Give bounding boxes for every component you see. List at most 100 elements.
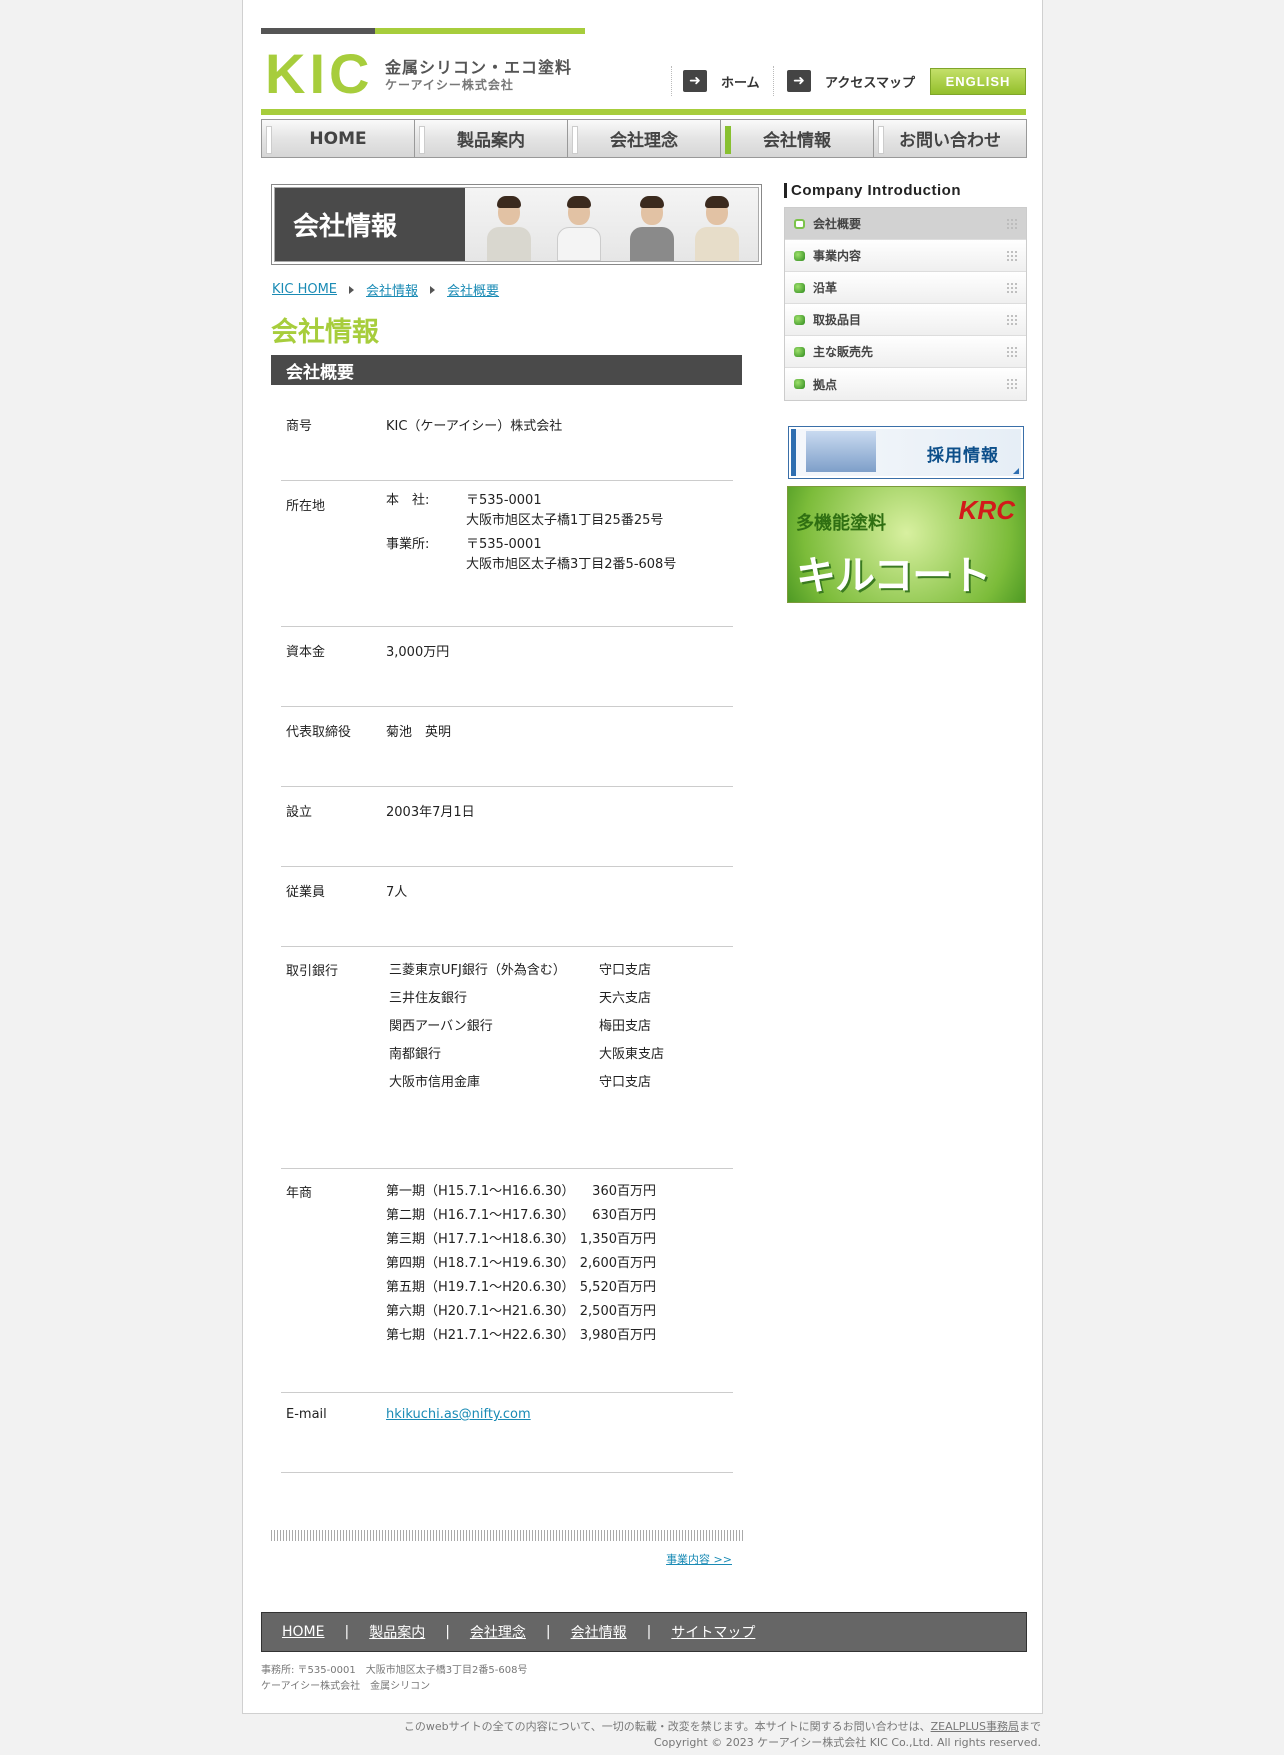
bullet-icon [794,219,805,229]
footer-company-line: ケーアイシー株式会社 金属シリコン [261,1681,431,1692]
sidebar-item-overview[interactable]: 会社概要 [785,208,1026,240]
sidebar-heading-label: Company Introduction [791,182,961,199]
recruit-banner[interactable]: 採用情報 [788,426,1024,479]
notice-text: このwebサイトの全ての内容について、一切の転載・改変を禁じます。本サイトに関す… [403,1720,931,1733]
bank-name: 関西アーバン銀行 [389,1019,493,1034]
footer-separator: | [445,1624,450,1640]
sidebar-item-label: 会社概要 [813,217,862,231]
copyright-text: Copyright © 2023 ケーアイシー株式会社 KIC Co.,Ltd.… [653,1736,1041,1749]
staff-figure [695,196,739,261]
info-row-capital: 資本金 3,000万円 [281,627,733,707]
kilcoat-subtitle: 多機能塗料 [796,513,886,534]
home-link-label: ホーム [721,75,760,91]
revenue-amount: 3,980百万円 [579,1328,656,1343]
info-value: 本 社: 〒535-0001 大阪市旭区太子橋1丁目25番25号 事業所: 〒5… [386,491,726,575]
bank-name: 南都銀行 [389,1047,442,1062]
info-label: 所在地 [286,499,326,514]
home-link[interactable]: ➜ ホーム [683,70,760,92]
breadcrumb: KIC HOME 会社情報 会社概要 [272,280,499,299]
nav-tab-contact[interactable]: お問い合わせ [874,120,1026,157]
info-label: 代表取締役 [286,725,352,740]
revenue-period: 第六期（H20.7.1〜H21.6.30） [386,1304,575,1319]
next-page-link[interactable]: 事業内容 >> [666,1551,732,1567]
bank-branch: 梅田支店 [599,1019,652,1034]
recruit-label: 採用情報 [927,446,999,466]
sidebar-item-label: 沿革 [813,281,838,295]
staff-figure [557,196,601,261]
revenue-period: 第二期（H16.7.1〜H17.6.30） [386,1208,575,1223]
breadcrumb-home[interactable]: KIC HOME [272,282,337,297]
footer-address-line: 事務所: 〒535-0001 大阪市旭区太子橋3丁目2番5-608号 [261,1665,528,1676]
info-row-location: 所在地 本 社: 〒535-0001 大阪市旭区太子橋1丁目25番25号 事業所… [281,481,733,627]
revenue-amount: 630百万円 [592,1208,656,1223]
info-label: 取引銀行 [286,964,339,979]
bank-name: 三井住友銀行 [389,991,468,1006]
footer-link-company[interactable]: 会社情報 [571,1622,627,1642]
info-value: 3,000万円 [386,645,450,660]
nav-tab-company[interactable]: 会社情報 [721,120,874,157]
site-logo[interactable]: KIC [265,44,373,104]
sidebar-item-history[interactable]: 沿革 [785,272,1026,304]
sidebar-item-clients[interactable]: 主な販売先 [785,336,1026,368]
sidebar-item-business[interactable]: 事業内容 [785,240,1026,272]
location-kind: 事業所: [386,537,430,552]
bank-name: 大阪市信用金庫 [389,1075,481,1090]
nav-tab-philosophy[interactable]: 会社理念 [568,120,721,157]
location-address: 大阪市旭区太子橋3丁目2番5-608号 [466,557,677,572]
footer-separator: | [344,1624,350,1640]
email-link[interactable]: hkikuchi.as@nifty.com [386,1407,531,1422]
footer-link-home[interactable]: HOME [282,1624,324,1640]
banner-staff-photo [465,188,758,261]
company-name-sub: ケーアイシー株式会社 [385,78,514,92]
footer-link-sitemap[interactable]: サイトマップ [671,1622,755,1642]
revenue-amount: 1,350百万円 [579,1232,656,1247]
section-title: 会社概要 [271,355,742,385]
location-zip: 〒535-0001 [466,493,542,508]
krc-logo: KRC [958,495,1015,525]
nav-tab-products[interactable]: 製品案内 [415,120,568,157]
kilcoat-banner[interactable]: KRC 多機能塗料 キルコート [787,486,1026,603]
info-row-trade-name: 商号 KIC（ケーアイシー）株式会社 [281,385,733,481]
access-map-link[interactable]: ➜ アクセスマップ [787,70,915,92]
location-zip: 〒535-0001 [466,537,542,552]
grip-icon [1006,346,1018,358]
sidebar-item-products[interactable]: 取扱品目 [785,304,1026,336]
sidebar-item-label: 取扱品目 [813,313,862,327]
bank-branch: 守口支店 [599,1075,652,1090]
english-button[interactable]: ENGLISH [930,68,1026,95]
footer-link-products[interactable]: 製品案内 [369,1622,425,1642]
info-row-email: E-mail hkikuchi.as@nifty.com [281,1393,733,1473]
sidebar-heading: Company Introduction [784,182,961,199]
heading-mark-icon [784,183,787,198]
arrow-right-icon: ➜ [787,70,811,92]
header-accent-green [375,28,585,34]
sidebar-item-label: 主な販売先 [813,345,874,359]
info-value: hkikuchi.as@nifty.com [386,1407,531,1422]
grip-icon [1006,282,1018,294]
banner-title: 会社情報 [275,188,465,261]
nav-tab-home[interactable]: HOME [262,120,415,157]
info-row-banks: 取引銀行 三菱東京UFJ銀行（外為含む） 守口支店 三井住友銀行 天六支店 関西… [281,947,733,1169]
breadcrumb-company[interactable]: 会社情報 [366,280,418,299]
notice-contact-link[interactable]: ZEALPLUS事務局 [931,1720,1019,1733]
arrow-right-icon: ➜ [683,70,707,92]
info-row-established: 設立 2003年7月1日 [281,787,733,867]
content-end-divider [271,1530,743,1541]
main-nav: HOME 製品案内 会社理念 会社情報 お問い合わせ [261,119,1027,158]
sidebar-item-locations[interactable]: 拠点 [785,368,1026,400]
info-row-revenue: 年商 第一期（H15.7.1〜H16.6.30） 360百万円 第二期（H16.… [281,1169,733,1393]
info-value: 三菱東京UFJ銀行（外為含む） 守口支店 三井住友銀行 天六支店 関西アーバン銀… [386,961,719,1093]
footer-link-philosophy[interactable]: 会社理念 [470,1622,526,1642]
footer-nav: HOME | 製品案内 | 会社理念 | 会社情報 | サイトマップ [261,1612,1027,1652]
bullet-icon [794,251,805,261]
info-row-employees: 従業員 7人 [281,867,733,947]
notice-suffix: まで [1019,1720,1041,1733]
revenue-period: 第一期（H15.7.1〜H16.6.30） [386,1184,575,1199]
breadcrumb-overview[interactable]: 会社概要 [447,280,499,299]
revenue-period: 第四期（H18.7.1〜H19.6.30） [386,1256,575,1271]
location-kind: 本 社: [386,493,430,508]
util-divider [671,66,672,96]
grip-icon [1006,378,1018,390]
bank-branch: 大阪東支店 [599,1047,665,1062]
header-divider [261,109,1026,115]
